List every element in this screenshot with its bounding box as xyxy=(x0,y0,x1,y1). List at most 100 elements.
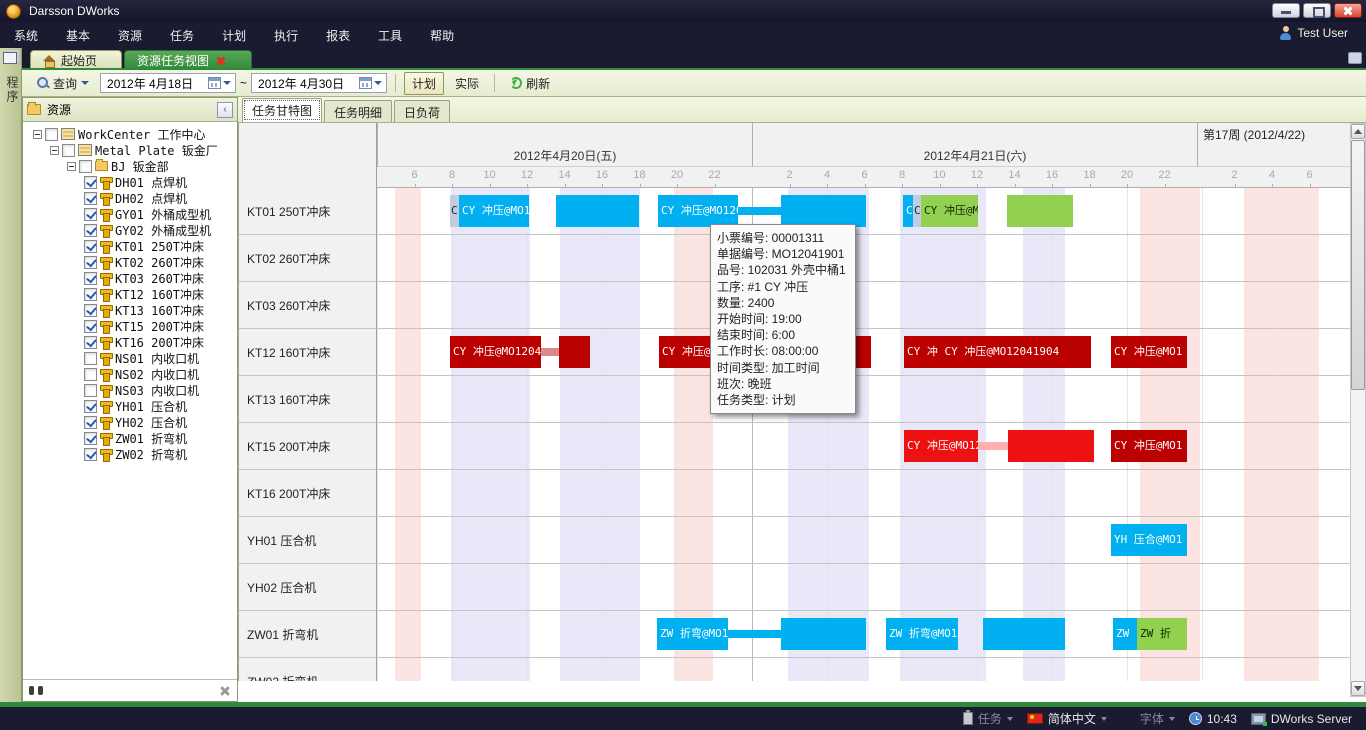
dock-tab-program[interactable]: 程序 xyxy=(4,76,21,104)
stacked-windows-icon[interactable] xyxy=(3,52,17,64)
vertical-scroll-thumb[interactable] xyxy=(1351,140,1365,390)
tree-checkbox[interactable] xyxy=(45,128,58,141)
gantt-bar[interactable]: CY 冲压@MO12041904 xyxy=(450,336,541,368)
tree-checkbox[interactable] xyxy=(62,144,75,157)
tree-node[interactable]: BJ 钣金部 xyxy=(23,158,237,174)
tree-checkbox[interactable] xyxy=(84,272,97,285)
tree-checkbox[interactable] xyxy=(84,352,97,365)
gantt-bar[interactable]: CY 冲压@MO12041902 xyxy=(921,195,978,227)
gantt-bar[interactable]: C xyxy=(903,195,913,227)
gantt-bar[interactable] xyxy=(541,348,559,356)
tree-node[interactable]: Metal Plate 钣金厂 xyxy=(23,142,237,158)
gantt-bar[interactable]: YH 压合@MO1 xyxy=(1111,524,1187,556)
tree-expander-icon[interactable] xyxy=(67,162,76,171)
statusbar-clipboard-item[interactable]: 任务 xyxy=(963,710,1013,727)
tree-node[interactable]: YH02 压合机 xyxy=(23,414,237,430)
statusbar-clock-item[interactable]: 10:43 xyxy=(1189,712,1237,726)
gantt-bar[interactable]: CY 冲压@MO1 xyxy=(1111,336,1187,368)
tree-node[interactable]: ZW01 折弯机 xyxy=(23,430,237,446)
tab-resource-task-view[interactable]: 资源任务视图 xyxy=(124,50,252,70)
date-from-field[interactable]: 2012年 4月18日 xyxy=(100,73,236,93)
plan-toggle-button[interactable]: 计划 xyxy=(404,72,444,95)
tree-checkbox[interactable] xyxy=(84,432,97,445)
tree-node[interactable]: KT16 200T冲床 xyxy=(23,334,237,350)
gantt-bar[interactable]: ZW xyxy=(1113,618,1137,650)
actual-toggle-button[interactable]: 实际 xyxy=(448,73,486,94)
tree-node[interactable]: KT15 200T冲床 xyxy=(23,318,237,334)
gantt-bar[interactable] xyxy=(983,618,1065,650)
tree-checkbox[interactable] xyxy=(84,192,97,205)
tree-node[interactable]: KT02 260T冲床 xyxy=(23,254,237,270)
tree-checkbox[interactable] xyxy=(79,160,92,173)
clear-icon[interactable] xyxy=(219,685,231,697)
tree-checkbox[interactable] xyxy=(84,240,97,253)
date-to-calendar-button[interactable] xyxy=(357,76,384,90)
gantt-bar[interactable] xyxy=(1008,430,1094,462)
statusbar-server-item[interactable]: DWorks Server xyxy=(1251,712,1352,726)
tree-checkbox[interactable] xyxy=(84,336,97,349)
statusbar-font-item[interactable]: 字体 xyxy=(1121,710,1175,727)
scroll-down-button[interactable] xyxy=(1351,681,1365,696)
tree-checkbox[interactable] xyxy=(84,176,97,189)
tree-expander-icon[interactable] xyxy=(33,130,42,139)
scroll-up-button[interactable] xyxy=(1351,124,1365,139)
gantt-bar[interactable] xyxy=(728,630,781,638)
gantt-bar[interactable]: C xyxy=(913,195,921,227)
binoculars-search-icon[interactable] xyxy=(29,686,43,695)
tree-checkbox[interactable] xyxy=(84,320,97,333)
tree-node[interactable]: NS02 内收口机 xyxy=(23,366,237,382)
menu-item-1[interactable]: 基本 xyxy=(52,23,104,48)
tree-node[interactable]: NS03 内收口机 xyxy=(23,382,237,398)
gantt-bar[interactable] xyxy=(1007,195,1073,227)
tree-checkbox[interactable] xyxy=(84,400,97,413)
tree-node[interactable]: KT13 160T冲床 xyxy=(23,302,237,318)
tree-checkbox[interactable] xyxy=(84,416,97,429)
tree-node[interactable]: ZW02 折弯机 xyxy=(23,446,237,462)
tree-node[interactable]: NS01 内收口机 xyxy=(23,350,237,366)
tree-node[interactable]: WorkCenter 工作中心 xyxy=(23,126,237,142)
query-button[interactable]: 查询 xyxy=(30,73,96,94)
tree-node[interactable]: GY01 外桶成型机 xyxy=(23,206,237,222)
refresh-button[interactable]: 刷新 xyxy=(503,73,557,94)
tree-node[interactable]: KT03 260T冲床 xyxy=(23,270,237,286)
tab-close-icon[interactable] xyxy=(215,55,227,67)
gantt-bar[interactable] xyxy=(978,442,1008,450)
gantt-bar[interactable]: CY 冲 CY 冲压@MO12041904 xyxy=(904,336,1091,368)
gantt-bar[interactable] xyxy=(559,336,590,368)
gantt-bar[interactable]: ZW 折弯@MO12041901 xyxy=(886,618,958,650)
gantt-bar[interactable]: ZW 折弯@MO12041901 xyxy=(657,618,728,650)
menu-item-0[interactable]: 系统 xyxy=(0,23,52,48)
tree-checkbox[interactable] xyxy=(84,256,97,269)
menu-item-7[interactable]: 工具 xyxy=(364,23,416,48)
menu-item-3[interactable]: 任务 xyxy=(156,23,208,48)
menu-item-8[interactable]: 帮助 xyxy=(416,23,468,48)
menu-item-5[interactable]: 执行 xyxy=(260,23,312,48)
tree-checkbox[interactable] xyxy=(84,304,97,317)
tree-expander-icon[interactable] xyxy=(50,146,59,155)
view-tab-0[interactable]: 任务甘特图 xyxy=(242,98,322,122)
menu-item-2[interactable]: 资源 xyxy=(104,23,156,48)
view-tab-2[interactable]: 日负荷 xyxy=(394,100,450,122)
tree-checkbox[interactable] xyxy=(84,208,97,221)
tree-node[interactable]: GY02 外桶成型机 xyxy=(23,222,237,238)
tree-node[interactable]: YH01 压合机 xyxy=(23,398,237,414)
minimize-button[interactable] xyxy=(1272,3,1300,18)
tree-checkbox[interactable] xyxy=(84,384,97,397)
gantt-bar[interactable] xyxy=(781,195,866,227)
gantt-bar[interactable]: CY 冲压@MO12041901 xyxy=(459,195,529,227)
tree-node[interactable]: DH02 点焊机 xyxy=(23,190,237,206)
close-button[interactable] xyxy=(1334,3,1362,18)
menu-item-6[interactable]: 报表 xyxy=(312,23,364,48)
vertical-scrollbar[interactable] xyxy=(1350,123,1366,697)
tree-checkbox[interactable] xyxy=(84,288,97,301)
gantt-bar[interactable]: CY 冲压@MO12041901 xyxy=(658,195,738,227)
tree-checkbox[interactable] xyxy=(84,448,97,461)
gantt-bar[interactable]: CY 冲压@MO12041903 xyxy=(904,430,978,462)
statusbar-flag-item[interactable]: 简体中文 xyxy=(1027,710,1107,727)
date-to-field[interactable]: 2012年 4月30日 xyxy=(251,73,387,93)
view-tab-1[interactable]: 任务明细 xyxy=(324,100,392,122)
window-list-icon[interactable] xyxy=(1348,52,1362,64)
tree-node[interactable]: KT12 160T冲床 xyxy=(23,286,237,302)
tab-home[interactable]: 起始页 xyxy=(30,50,122,70)
date-from-calendar-button[interactable] xyxy=(206,76,233,90)
